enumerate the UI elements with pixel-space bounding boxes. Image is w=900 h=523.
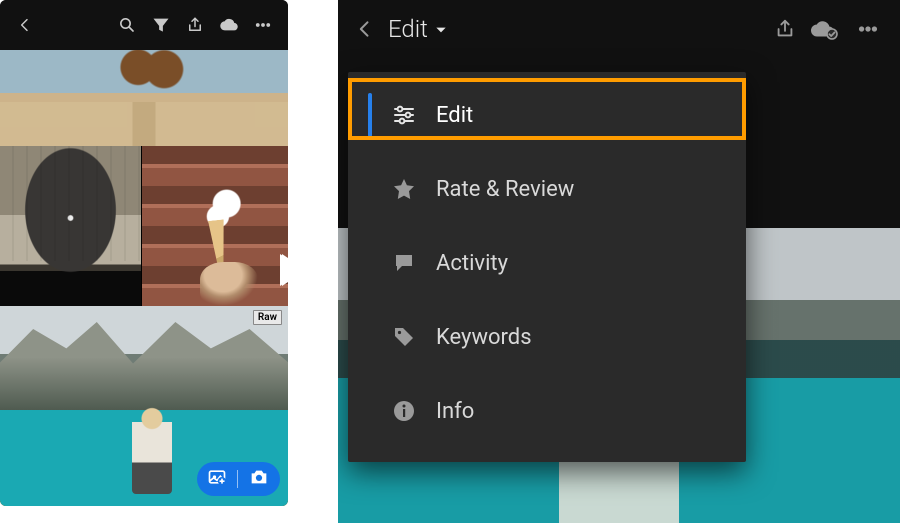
loupe-topbar: Back Edit Share Cloud synced More	[338, 0, 900, 58]
chevron-down-icon	[434, 15, 448, 43]
menu-item-activity[interactable]: Activity	[348, 226, 746, 300]
more-icon[interactable]: More	[846, 12, 890, 46]
thumbnail-selected[interactable]: Raw Add photos Camera	[0, 306, 288, 506]
menu-item-keywords[interactable]: Keywords	[348, 300, 746, 374]
menu-item-label: Edit	[436, 103, 473, 128]
thumbnail[interactable]	[141, 146, 288, 306]
loupe-view-panel: Back Edit Share Cloud synced More	[338, 0, 900, 523]
filter-icon[interactable]: Filter	[144, 8, 178, 42]
mode-dropdown: Edit Rate & Review Activity Keywords	[348, 72, 746, 462]
page-title: Edit	[388, 15, 428, 43]
thumbnail[interactable]	[0, 146, 141, 306]
add-photos-icon: Add photos	[207, 467, 227, 491]
share-icon[interactable]: Share	[768, 12, 802, 46]
camera-icon[interactable]: Camera	[248, 466, 270, 492]
menu-item-rate-review[interactable]: Rate & Review	[348, 152, 746, 226]
grid-view-panel: Back Search Filter Share Cloud More	[0, 0, 288, 506]
thumbnail[interactable]	[0, 50, 288, 146]
comment-icon	[390, 251, 418, 275]
menu-item-info[interactable]: Info	[348, 374, 746, 448]
mode-dropdown-trigger[interactable]: Edit	[388, 15, 448, 43]
cloud-icon[interactable]: Cloud	[212, 8, 246, 42]
menu-item-label: Keywords	[436, 325, 532, 350]
photo-grid: Raw Add photos Camera	[0, 50, 288, 506]
add-photos-fab[interactable]: Add photos Camera	[197, 462, 280, 496]
grid-topbar: Back Search Filter Share Cloud More	[0, 0, 288, 50]
search-icon[interactable]: Search	[110, 8, 144, 42]
tag-icon	[390, 325, 418, 349]
star-icon	[390, 177, 418, 201]
menu-item-label: Activity	[436, 251, 508, 276]
menu-item-label: Info	[436, 399, 474, 424]
menu-item-label: Rate & Review	[436, 177, 574, 202]
share-icon[interactable]: Share	[178, 8, 212, 42]
sliders-icon	[390, 103, 418, 127]
menu-item-edit[interactable]: Edit	[348, 78, 746, 152]
back-button[interactable]: Back	[348, 12, 382, 46]
more-icon[interactable]: More	[246, 8, 280, 42]
info-icon	[390, 399, 418, 423]
cloud-synced-icon[interactable]: Cloud synced	[802, 12, 846, 46]
raw-badge: Raw	[253, 310, 282, 325]
back-button[interactable]: Back	[8, 8, 42, 42]
connector-arrow	[288, 0, 338, 523]
